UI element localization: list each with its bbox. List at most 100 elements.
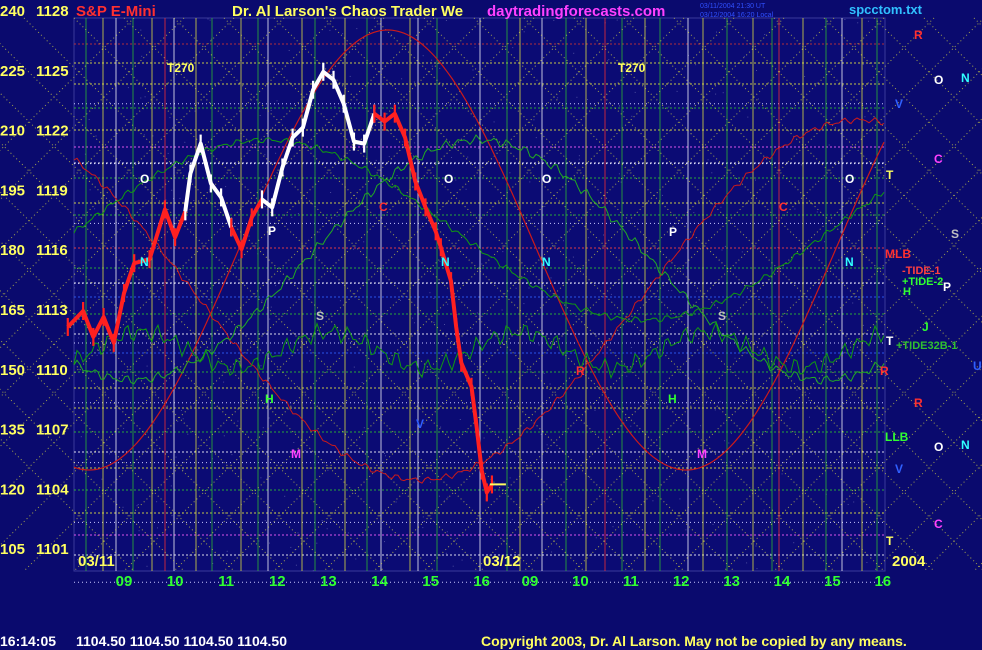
noise-dot: [97, 292, 99, 294]
left-axis-tick: 135: [0, 422, 25, 439]
noise-dot: [580, 65, 582, 67]
noise-dot: [793, 542, 795, 544]
noise-dot: [270, 110, 272, 111]
noise-dot: [511, 519, 513, 521]
noise-dot: [276, 100, 278, 102]
noise-dot: [502, 539, 504, 541]
noise-dot: [706, 401, 708, 403]
noise-dot: [249, 98, 251, 100]
noise-dot: [429, 481, 431, 483]
noise-dot: [546, 444, 548, 446]
noise-dot: [210, 120, 211, 122]
chart-annotation: H: [265, 392, 274, 406]
right-marker: R: [880, 364, 889, 378]
noise-dot: [501, 309, 503, 311]
noise-dot: [757, 98, 759, 100]
noise-dot: [153, 422, 155, 424]
noise-dot: [610, 293, 612, 295]
noise-dot: [529, 181, 531, 183]
noise-dot: [363, 241, 365, 243]
footer-time: 16:14:05: [0, 633, 56, 649]
noise-dot: [689, 379, 691, 380]
noise-dot: [568, 230, 570, 232]
noise-dot: [127, 87, 129, 89]
noise-dot: [724, 440, 726, 442]
noise-dot: [270, 306, 272, 308]
right-marker: T: [886, 334, 894, 348]
noise-dot: [422, 527, 424, 529]
noise-dot: [847, 504, 849, 505]
noise-dot: [414, 142, 416, 144]
noise-dot: [444, 324, 445, 325]
noise-dot: [363, 427, 365, 429]
noise-dot: [95, 135, 97, 137]
noise-dot: [122, 506, 124, 508]
noise-dot: [478, 148, 480, 149]
noise-dot: [741, 251, 743, 253]
noise-dot: [79, 217, 81, 218]
noise-dot: [396, 175, 398, 176]
noise-dot: [395, 501, 397, 503]
noise-dot: [88, 119, 90, 120]
noise-dot: [459, 419, 461, 420]
chart-annotation: R: [576, 364, 585, 378]
noise-dot: [223, 435, 225, 437]
noise-dot: [154, 448, 156, 450]
noise-dot: [680, 372, 682, 374]
noise-dot: [720, 206, 722, 208]
right-marker: +TIDE32B-1: [896, 340, 957, 352]
noise-dot: [746, 562, 748, 564]
right-marker: C: [934, 152, 943, 166]
noise-dot: [422, 516, 424, 518]
noise-dot: [123, 428, 125, 430]
noise-dot: [355, 558, 357, 560]
chart-annotation: C: [379, 200, 388, 214]
left-axis-tick: 150: [0, 362, 25, 379]
noise-dot: [493, 121, 495, 123]
noise-dot: [140, 97, 142, 99]
noise-dot: [623, 531, 624, 533]
chart-annotation: T270: [167, 61, 195, 75]
site-link[interactable]: daytradingforecasts.com: [487, 3, 665, 20]
noise-dot: [595, 537, 597, 539]
noise-dot: [336, 215, 338, 217]
noise-dot: [645, 26, 647, 28]
hour-tick: 15: [422, 573, 439, 590]
noise-dot: [194, 110, 196, 112]
noise-dot: [260, 365, 262, 367]
noise-dot: [796, 389, 798, 391]
noise-dot: [432, 115, 434, 117]
right-marker: U: [973, 359, 982, 373]
noise-dot: [293, 442, 295, 443]
noise-dot: [800, 164, 802, 166]
noise-dot: [198, 445, 200, 447]
noise-dot: [262, 427, 264, 429]
noise-dot: [712, 523, 714, 525]
noise-dot: [388, 156, 390, 158]
chart-annotation: C: [779, 200, 788, 214]
chart-annotation: S: [718, 309, 726, 323]
noise-dot: [669, 533, 671, 535]
noise-dot: [647, 403, 649, 405]
noise-dot: [857, 459, 859, 461]
noise-dot: [180, 410, 182, 411]
noise-dot: [169, 117, 171, 119]
noise-dot: [474, 46, 476, 48]
noise-dot: [538, 344, 540, 346]
noise-dot: [576, 96, 578, 98]
noise-dot: [339, 300, 341, 302]
noise-dot: [495, 150, 497, 151]
noise-dot: [608, 103, 610, 105]
price-axis-tick: 1110: [36, 362, 68, 379]
noise-dot: [96, 354, 98, 356]
noise-dot: [431, 65, 433, 67]
noise-dot: [652, 500, 654, 502]
chart-annotation: H: [668, 392, 677, 406]
chart-annotation: T270: [618, 61, 646, 75]
noise-dot: [401, 78, 403, 80]
noise-dot: [231, 454, 233, 456]
noise-dot: [182, 25, 184, 26]
noise-dot: [864, 116, 866, 118]
noise-dot: [824, 241, 825, 243]
noise-dot: [137, 351, 139, 353]
